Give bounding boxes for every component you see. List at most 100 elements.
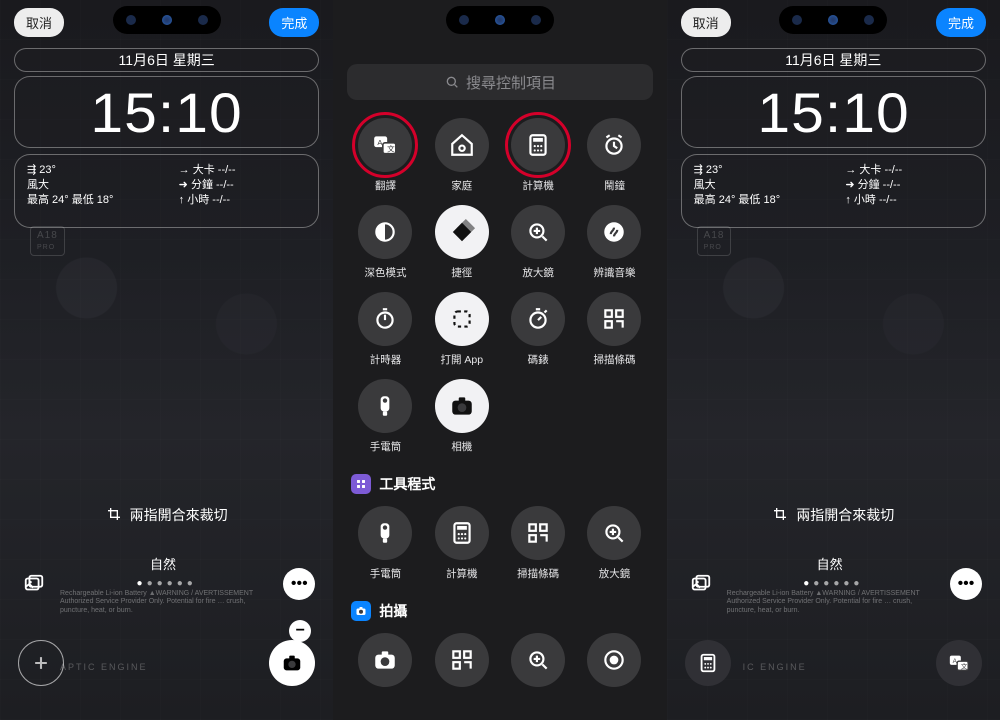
darkmode-icon xyxy=(358,205,412,259)
search-icon xyxy=(444,74,460,90)
photo-picker-button[interactable] xyxy=(18,568,50,600)
control-flashlight[interactable]: 手電筒 xyxy=(347,379,423,454)
battery-fineprint: Rechargeable Li-ion Battery ▲WARNING / A… xyxy=(60,590,273,615)
alarm-icon xyxy=(587,118,641,172)
control-timer[interactable]: 計時器 xyxy=(347,292,423,367)
control-camera2[interactable] xyxy=(347,633,423,687)
highlight-ring xyxy=(352,112,418,178)
left-shortcut-add[interactable] xyxy=(18,640,64,686)
control-shazam[interactable]: 辨識音樂 xyxy=(576,205,652,280)
shortcuts-icon xyxy=(435,205,489,259)
section-tools: 工具程式 xyxy=(351,474,652,494)
tools-section-icon xyxy=(351,474,371,494)
control-label: 捷徑 xyxy=(451,265,472,280)
control-codescan[interactable]: 碼錶 xyxy=(500,292,576,367)
highlight-ring xyxy=(505,112,571,178)
translate-icon xyxy=(358,118,412,172)
control-label: 計時器 xyxy=(370,352,402,367)
control-label: 打開 App xyxy=(441,352,484,367)
control-flashlight2[interactable]: 手電筒 xyxy=(347,506,423,581)
right-shortcut-camera[interactable] xyxy=(269,640,315,686)
camera-icon xyxy=(435,379,489,433)
left-shortcut-calculator[interactable] xyxy=(685,640,731,686)
done-button[interactable]: 完成 xyxy=(936,8,986,37)
calculator-icon xyxy=(511,118,565,172)
control-scan3[interactable] xyxy=(424,633,500,687)
mag3-icon xyxy=(511,633,565,687)
widgets-row[interactable]: ⇶ 23° 風大 最高 24° 最低 18° → 大卡 --/-- ➜ 分鐘 -… xyxy=(681,154,986,228)
more-options-button[interactable]: ••• xyxy=(950,568,982,600)
control-calculator[interactable]: 計算機 xyxy=(500,118,576,193)
rec-icon xyxy=(587,633,641,687)
control-magnifier2[interactable]: 放大鏡 xyxy=(576,506,652,581)
control-label: 翻譯 xyxy=(375,178,396,193)
control-label: 鬧鐘 xyxy=(604,178,625,193)
control-label: 掃描條碼 xyxy=(593,352,635,367)
search-controls-field[interactable]: 搜尋控制項目 xyxy=(347,64,652,100)
clock-widget[interactable]: 15:10 xyxy=(14,76,319,148)
control-calculator2[interactable]: 計算機 xyxy=(424,506,500,581)
battery-fineprint: Rechargeable Li-ion Battery ▲WARNING / A… xyxy=(727,590,940,615)
shazam-icon xyxy=(587,205,641,259)
magnifier2-icon xyxy=(587,506,641,560)
control-openapp[interactable]: 打開 App xyxy=(424,292,500,367)
cancel-button[interactable]: 取消 xyxy=(681,8,731,37)
dynamic-island xyxy=(446,6,554,34)
magnifier-icon xyxy=(511,205,565,259)
control-label: 相機 xyxy=(451,439,472,454)
control-scanqr2[interactable]: 掃描條碼 xyxy=(500,506,576,581)
control-magnifier[interactable]: 放大鏡 xyxy=(500,205,576,280)
search-placeholder: 搜尋控制項目 xyxy=(466,72,556,93)
lockscreen-editor-left: 取消 完成 11月6日 星期三 15:10 ⇶ 23° 風大 最高 24° 最低… xyxy=(0,0,333,720)
crop-icon xyxy=(772,506,788,522)
scan3-icon xyxy=(435,633,489,687)
style-name-label: 自然 xyxy=(150,554,176,573)
clock-widget[interactable]: 15:10 xyxy=(681,76,986,148)
photo-picker-button[interactable] xyxy=(685,568,717,600)
flashlight2-icon xyxy=(358,506,412,560)
control-translate[interactable]: 翻譯 xyxy=(347,118,423,193)
control-scanqr[interactable]: 掃描條碼 xyxy=(576,292,652,367)
widgets-row[interactable]: ⇶ 23° 風大 最高 24° 最低 18° → 大卡 --/-- ➜ 分鐘 -… xyxy=(14,154,319,228)
camera2-icon xyxy=(358,633,412,687)
clock-time: 15:10 xyxy=(90,80,242,145)
control-darkmode[interactable]: 深色模式 xyxy=(347,205,423,280)
control-label: 碼錶 xyxy=(528,352,549,367)
flashlight-icon xyxy=(358,379,412,433)
chip-watermark: A18PRO xyxy=(697,226,732,256)
controls-grid: 翻譯 家庭 計算機 鬧鐘深色模式 捷徑 放大鏡 辨識音樂計時器 打開 App 碼錶 掃描條碼手電筒… xyxy=(347,118,652,454)
control-picker-panel: 搜尋控制項目 翻譯家庭計算機鬧鐘深色模式捷徑放大鏡辨識音樂計時器打開 App碼錶… xyxy=(333,0,666,720)
page-dots: ●●●●●● xyxy=(137,578,197,589)
control-label: 深色模式 xyxy=(364,265,406,280)
control-alarm[interactable]: 鬧鐘 xyxy=(576,118,652,193)
control-shortcuts[interactable]: 捷徑 xyxy=(424,205,500,280)
openapp-icon xyxy=(435,292,489,346)
control-label: 放大鏡 xyxy=(522,265,554,280)
capture-section-icon xyxy=(351,601,371,621)
control-camera[interactable]: 相機 xyxy=(424,379,500,454)
page-dots: ●●●●●● xyxy=(803,578,863,589)
control-home[interactable]: 家庭 xyxy=(424,118,500,193)
section-capture: 拍攝 xyxy=(351,601,652,621)
pinch-hint: 兩指開合來裁切 xyxy=(667,504,1000,525)
done-button[interactable]: 完成 xyxy=(269,8,319,37)
control-mag3[interactable] xyxy=(500,633,576,687)
date-widget[interactable]: 11月6日 星期三 xyxy=(14,48,319,72)
lockscreen-editor-right: 取消 完成 11月6日 星期三 15:10 ⇶ 23° 風大 最高 24° 最低… xyxy=(667,0,1000,720)
scanqr2-icon xyxy=(511,506,565,560)
control-rec[interactable] xyxy=(576,633,652,687)
control-label: 計算機 xyxy=(446,566,478,581)
date-widget[interactable]: 11月6日 星期三 xyxy=(681,48,986,72)
cancel-button[interactable]: 取消 xyxy=(14,8,64,37)
control-label: 計算機 xyxy=(522,178,554,193)
control-label: 手電筒 xyxy=(370,566,402,581)
pinch-hint: 兩指開合來裁切 xyxy=(0,504,333,525)
control-label: 家庭 xyxy=(451,178,472,193)
timer-icon xyxy=(358,292,412,346)
scanqr-icon xyxy=(587,292,641,346)
crop-icon xyxy=(106,506,122,522)
home-icon xyxy=(435,118,489,172)
right-shortcut-translate[interactable] xyxy=(936,640,982,686)
control-label: 手電筒 xyxy=(370,439,402,454)
control-label: 辨識音樂 xyxy=(593,265,635,280)
